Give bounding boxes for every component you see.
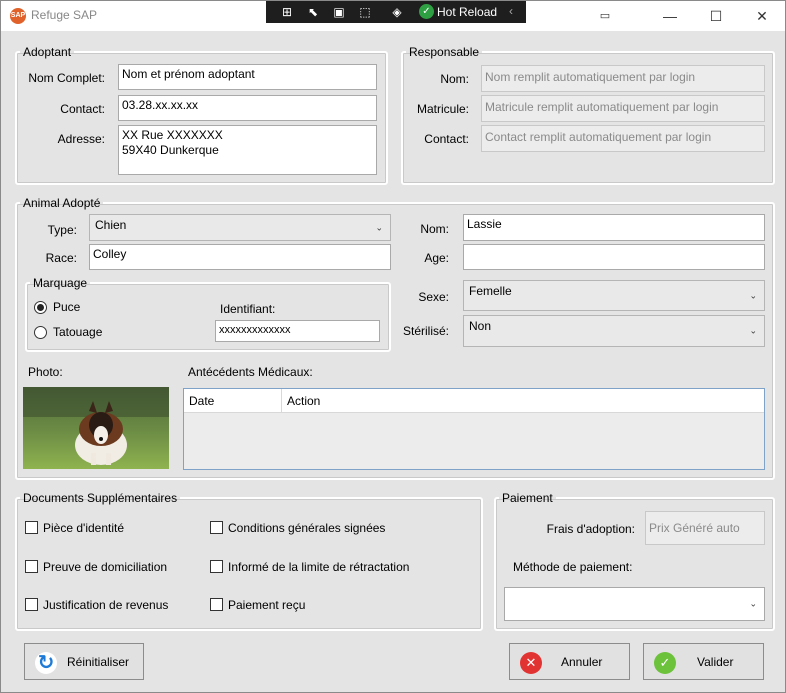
radio-puce-label[interactable]: Puce: [53, 300, 80, 314]
app-logo-icon: SAP: [10, 8, 26, 24]
cancel-button-label: Annuler: [561, 655, 603, 669]
checkbox-preuve-domiciliation-label[interactable]: Preuve de domiciliation: [43, 560, 167, 574]
animal-sexe-value: Femelle: [469, 284, 512, 298]
minimize-button[interactable]: —: [655, 6, 685, 26]
animal-age-input[interactable]: [463, 244, 765, 270]
dog-photo: [23, 387, 169, 469]
identifiant-input[interactable]: xxxxxxxxxxxxx: [215, 320, 380, 342]
hot-reload-icon: ✓: [419, 4, 434, 19]
select-element-icon[interactable]: ⬉: [304, 3, 322, 21]
animal-race-label: Race:: [45, 251, 77, 265]
checkbox-piece-identite-label[interactable]: Pièce d'identité: [43, 521, 124, 535]
animal-nom-label: Nom:: [420, 222, 449, 236]
animal-race-input[interactable]: Colley: [89, 244, 391, 270]
animal-type-label: Type:: [47, 223, 77, 237]
antecedents-grid[interactable]: Date Action: [183, 388, 765, 470]
checkbox-justification-revenus-label[interactable]: Justification de revenus: [43, 598, 168, 612]
responsable-contact-label: Contact:: [424, 132, 469, 146]
adoptant-adresse-label: Adresse:: [57, 132, 105, 146]
animal-age-label: Age:: [424, 251, 449, 265]
dog-photo-image: [23, 387, 169, 469]
chevron-down-icon: ⌄: [749, 598, 757, 609]
device-icon[interactable]: ▭: [590, 6, 620, 26]
radio-tatouage[interactable]: [34, 326, 47, 339]
grid-column-date[interactable]: Date: [184, 389, 282, 413]
window-title: Refuge SAP: [31, 8, 98, 22]
close-button[interactable]: ✕: [747, 6, 777, 26]
animal-sterilise-value: Non: [469, 319, 492, 333]
paiement-legend: Paiement: [502, 491, 553, 505]
identifiant-label: Identifiant:: [220, 302, 276, 316]
responsable-matricule-input: Matricule remplit automatiquement par lo…: [481, 95, 765, 122]
animal-type-value: Chien: [95, 218, 127, 232]
methode-label: Méthode de paiement:: [513, 560, 633, 574]
responsable-matricule-label: Matricule:: [416, 102, 469, 116]
checkbox-paiement-recu-label[interactable]: Paiement reçu: [228, 598, 305, 612]
cancel-x-icon: ✕: [520, 652, 542, 674]
grid-column-action[interactable]: Action: [282, 389, 764, 413]
documents-legend: Documents Supplémentaires: [23, 491, 178, 505]
reset-button[interactable]: ↻ Réinitialiser: [24, 643, 144, 680]
track-focus-icon[interactable]: ⬚: [356, 3, 374, 21]
debug-toolbar: ⊞ ⬉ ▣ ⬚ ◈ ✓ Hot Reload ‹: [266, 1, 526, 23]
checkbox-piece-identite[interactable]: [25, 521, 38, 534]
animal-type-select[interactable]: Chien ⌄: [89, 214, 391, 241]
chevron-down-icon: ⌄: [375, 222, 383, 232]
adoptant-contact-input[interactable]: 03.28.xx.xx.xx: [118, 95, 377, 121]
cancel-button[interactable]: ✕ Annuler: [509, 643, 630, 680]
reset-button-label: Réinitialiser: [67, 655, 130, 669]
validate-button[interactable]: ✓ Valider: [643, 643, 764, 680]
maximize-button[interactable]: ☐: [701, 6, 731, 26]
responsable-contact-input: Contact remplit automatiquement par logi…: [481, 125, 765, 152]
checkbox-conditions-generales[interactable]: [210, 521, 223, 534]
adoptant-nom-label: Nom Complet:: [28, 71, 105, 85]
responsable-nom-input: Nom remplit automatiquement par login: [481, 65, 765, 92]
chevron-down-icon: ⌄: [749, 325, 757, 336]
refresh-icon: ↻: [35, 652, 57, 674]
methode-select[interactable]: ⌄: [504, 587, 765, 621]
grid-header: Date Action: [184, 389, 764, 413]
checkbox-justification-revenus[interactable]: [25, 598, 38, 611]
checkbox-preuve-domiciliation[interactable]: [25, 560, 38, 573]
animal-legend: Animal Adopté: [23, 196, 101, 210]
adoptant-adresse-input[interactable]: XX Rue XXXXXXX 59X40 Dunkerque: [118, 125, 377, 175]
radio-puce[interactable]: [34, 301, 47, 314]
main-window: SAP Refuge SAP ⊞ ⬉ ▣ ⬚ ◈ ✓ Hot Reload ‹ …: [0, 0, 786, 693]
checkbox-limite-retractation-label[interactable]: Informé de la limite de rétractation: [228, 560, 409, 574]
validate-button-label: Valider: [697, 655, 734, 669]
frais-label: Frais d'adoption:: [546, 522, 635, 536]
radio-tatouage-label[interactable]: Tatouage: [53, 325, 102, 339]
responsable-nom-label: Nom:: [440, 72, 469, 86]
checkbox-conditions-generales-label[interactable]: Conditions générales signées: [228, 521, 385, 535]
checkbox-paiement-recu[interactable]: [210, 598, 223, 611]
frais-input: Prix Généré auto: [645, 511, 765, 545]
checkbox-limite-retractation[interactable]: [210, 560, 223, 573]
layout-adorners-icon[interactable]: ▣: [330, 3, 348, 21]
hot-reload-label[interactable]: Hot Reload: [437, 5, 497, 19]
responsable-legend: Responsable: [409, 45, 480, 59]
collapse-toolbar-icon[interactable]: ‹: [509, 4, 513, 18]
photo-label: Photo:: [28, 365, 63, 379]
checkmark-icon: ✓: [654, 652, 676, 674]
animal-nom-input[interactable]: Lassie: [463, 214, 765, 241]
marquage-legend: Marquage: [33, 276, 88, 290]
animal-sterilise-label: Stérilisé:: [402, 324, 449, 338]
adoptant-nom-input[interactable]: Nom et prénom adoptant: [118, 64, 377, 90]
binding-failures-icon[interactable]: ◈: [388, 3, 406, 21]
antecedents-label: Antécédents Médicaux:: [188, 365, 313, 379]
adoptant-contact-label: Contact:: [60, 102, 105, 116]
live-visual-tree-icon[interactable]: ⊞: [278, 3, 296, 21]
chevron-down-icon: ⌄: [749, 290, 757, 300]
animal-sexe-select[interactable]: Femelle ⌄: [463, 280, 765, 311]
animal-sexe-label: Sexe:: [418, 290, 449, 304]
adoptant-legend: Adoptant: [23, 45, 72, 59]
title-bar: SAP Refuge SAP ⊞ ⬉ ▣ ⬚ ◈ ✓ Hot Reload ‹ …: [1, 1, 785, 31]
animal-sterilise-select[interactable]: Non ⌄: [463, 315, 765, 347]
